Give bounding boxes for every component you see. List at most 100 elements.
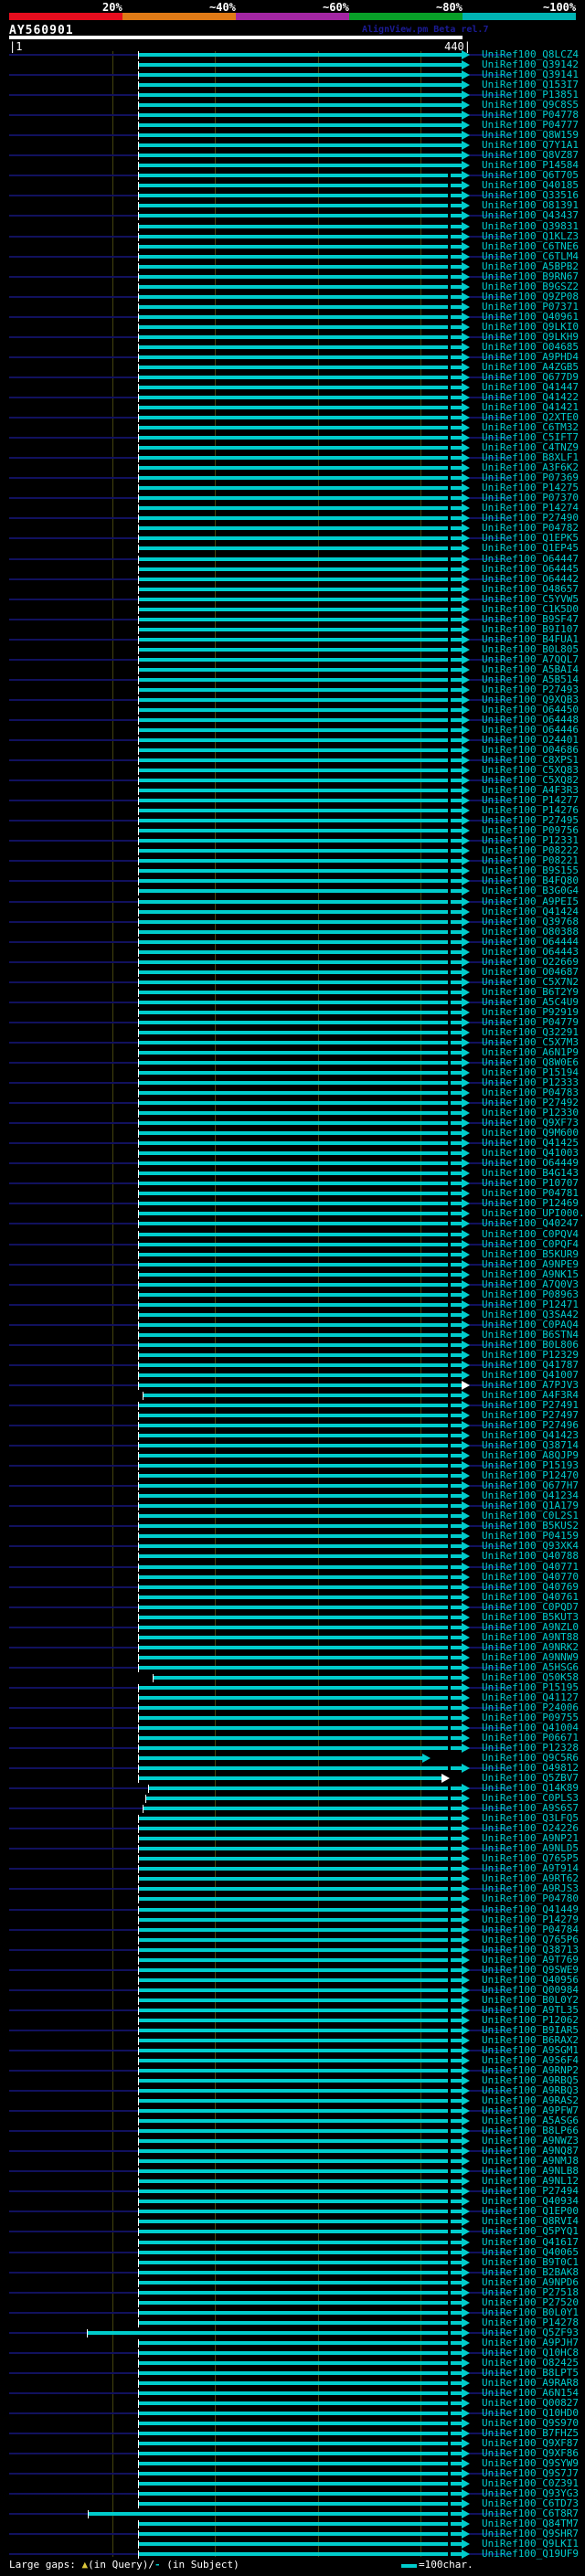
gap-marker: [448, 2512, 451, 2517]
hit-label[interactable]: UniRef100_O64443: [482, 947, 579, 957]
hsp-start-tick: [137, 595, 139, 604]
gap-marker: [448, 536, 451, 541]
direction-arrow-icon: [462, 403, 470, 413]
hit-label[interactable]: UniRef100_Q38713: [482, 1945, 579, 1955]
direction-arrow-icon: [462, 171, 470, 181]
direction-arrow-icon: [462, 806, 470, 816]
hit-label[interactable]: UniRef100_C6TNE6: [482, 241, 579, 251]
hit-label[interactable]: UniRef100_A9NPE9: [482, 1259, 579, 1269]
hsp-bar: [138, 1342, 462, 1347]
hsp-bar: [138, 1101, 462, 1106]
hit-label[interactable]: UniRef100_Q40770: [482, 1572, 579, 1582]
direction-arrow-icon: [462, 2267, 470, 2277]
gap-marker: [448, 2069, 451, 2072]
hit-label[interactable]: UniRef100_P14279: [482, 1914, 579, 1924]
hit-label[interactable]: UniRef100_Q40769: [482, 1582, 579, 1592]
hsp-bar: [138, 204, 462, 208]
hit-label[interactable]: UniRef100_Q765P6: [482, 1935, 579, 1945]
direction-arrow-icon: [462, 2529, 470, 2539]
hit-label[interactable]: UniRef100_P27518: [482, 2287, 579, 2297]
hit-label[interactable]: UniRef100_A5BPB2: [482, 261, 579, 271]
gap-marker: [448, 2240, 451, 2244]
hit-label[interactable]: UniRef100_P04780: [482, 1893, 579, 1903]
hit-label[interactable]: UniRef100_O64447: [482, 554, 579, 564]
hsp-start-tick: [137, 726, 139, 735]
hit-label[interactable]: UniRef100_Q1EP45: [482, 543, 579, 553]
hit-label[interactable]: UniRef100_B2BAK8: [482, 2267, 579, 2277]
gap-marker: [448, 324, 451, 329]
hit-label[interactable]: UniRef100_O64444: [482, 937, 579, 947]
hit-label[interactable]: UniRef100_Q41424: [482, 906, 579, 917]
direction-arrow-icon: [462, 1481, 470, 1491]
hsp-start-tick: [137, 777, 139, 786]
hit-label[interactable]: UniRef100_C0PQF4: [482, 1239, 579, 1249]
hit-label[interactable]: UniRef100_C0PQV4: [482, 1229, 579, 1239]
hsp-start-tick: [137, 2107, 139, 2116]
gap-marker: [448, 2149, 451, 2154]
hit-label[interactable]: UniRef100_Q43437: [482, 210, 579, 220]
hsp-start-tick: [137, 525, 139, 534]
hit-label[interactable]: UniRef100_C5YVW5: [482, 594, 579, 604]
gap-marker: [448, 1705, 451, 1710]
hsp-bar: [138, 667, 462, 672]
hit-label[interactable]: UniRef100_A9NPD6: [482, 2277, 579, 2287]
hit-label[interactable]: UniRef100_B9T0C1: [482, 2257, 579, 2267]
hit-label[interactable]: UniRef100_Q39831: [482, 221, 579, 231]
hit-label[interactable]: UniRef100_Q41449: [482, 1904, 579, 1914]
hit-label[interactable]: UniRef100_Q40247: [482, 1218, 579, 1228]
direction-arrow-icon: [462, 60, 470, 70]
direction-arrow-icon: [462, 322, 470, 332]
hsp-bar: [138, 1564, 462, 1569]
hsp-start-tick: [137, 2288, 139, 2297]
hit-label[interactable]: UniRef100_C0PQD7: [482, 1602, 579, 1612]
gap-marker: [448, 2320, 451, 2325]
hsp-start-tick: [137, 958, 139, 967]
gap-marker: [448, 1111, 451, 1116]
hsp-bar: [138, 1977, 462, 1982]
hsp-bar: [138, 1464, 462, 1468]
hit-label[interactable]: UniRef100_B5KUT3: [482, 1612, 579, 1622]
hit-label[interactable]: UniRef100_O64445: [482, 564, 579, 574]
direction-arrow-icon: [462, 90, 470, 101]
hit-label[interactable]: UniRef100_B5KUR9: [482, 1249, 579, 1259]
hsp-bar: [138, 1554, 462, 1559]
hsp-bar: [138, 516, 462, 521]
hsp-start-tick: [137, 142, 139, 151]
hit-label[interactable]: UniRef100_Q5PYQ1: [482, 2226, 579, 2236]
hsp-bar: [138, 416, 462, 420]
hit-label[interactable]: UniRef100_C6TLM4: [482, 251, 579, 261]
hsp-bar: [138, 2169, 462, 2174]
hit-label[interactable]: UniRef100_Q1KLZ3: [482, 231, 579, 241]
gap-marker: [448, 789, 451, 793]
direction-arrow-icon: [462, 1552, 470, 1562]
hsp-bar: [138, 2380, 462, 2385]
hit-label[interactable]: UniRef100_C1K5D0: [482, 604, 579, 614]
hit-label[interactable]: UniRef100_B9RN67: [482, 271, 579, 281]
hit-label[interactable]: UniRef100_Q41617: [482, 2237, 579, 2247]
hit-label[interactable]: UniRef100_Q40788: [482, 1551, 579, 1561]
direction-arrow-icon: [462, 1058, 470, 1067]
hit-label[interactable]: UniRef100_B3G0G4: [482, 885, 579, 896]
hsp-bar: [138, 2280, 462, 2284]
direction-arrow-icon: [462, 1340, 470, 1350]
hsp-bar: [138, 1434, 462, 1438]
hit-label[interactable]: UniRef100_P04784: [482, 1924, 579, 1935]
hit-label[interactable]: UniRef100_O64442: [482, 574, 579, 584]
hit-label[interactable]: UniRef100_A7Q0V3: [482, 1279, 579, 1289]
hit-label[interactable]: UniRef100_Q40771: [482, 1562, 579, 1572]
hit-label[interactable]: UniRef100_Q19UF9: [482, 2549, 579, 2559]
gap-marker: [448, 1675, 451, 1680]
hit-label[interactable]: UniRef100_Q39768: [482, 917, 579, 927]
hit-label[interactable]: UniRef100_A9NK15: [482, 1269, 579, 1279]
hit-label[interactable]: UniRef100_Q40065: [482, 2247, 579, 2257]
hit-label[interactable]: UniRef100_O80388: [482, 927, 579, 937]
hsp-start-tick: [137, 1170, 139, 1179]
gap-marker: [448, 1404, 451, 1408]
hsp-start-tick: [137, 2077, 139, 2086]
hit-label[interactable]: UniRef100_O48657: [482, 584, 579, 594]
hit-label[interactable]: UniRef100_Q40761: [482, 1592, 579, 1602]
hit-label[interactable]: UniRef100_A9T769: [482, 1955, 579, 1965]
hit-label[interactable]: UniRef100_A9PEI5: [482, 896, 579, 906]
direction-arrow-icon: [462, 1149, 470, 1159]
hsp-start-tick: [137, 2228, 139, 2237]
